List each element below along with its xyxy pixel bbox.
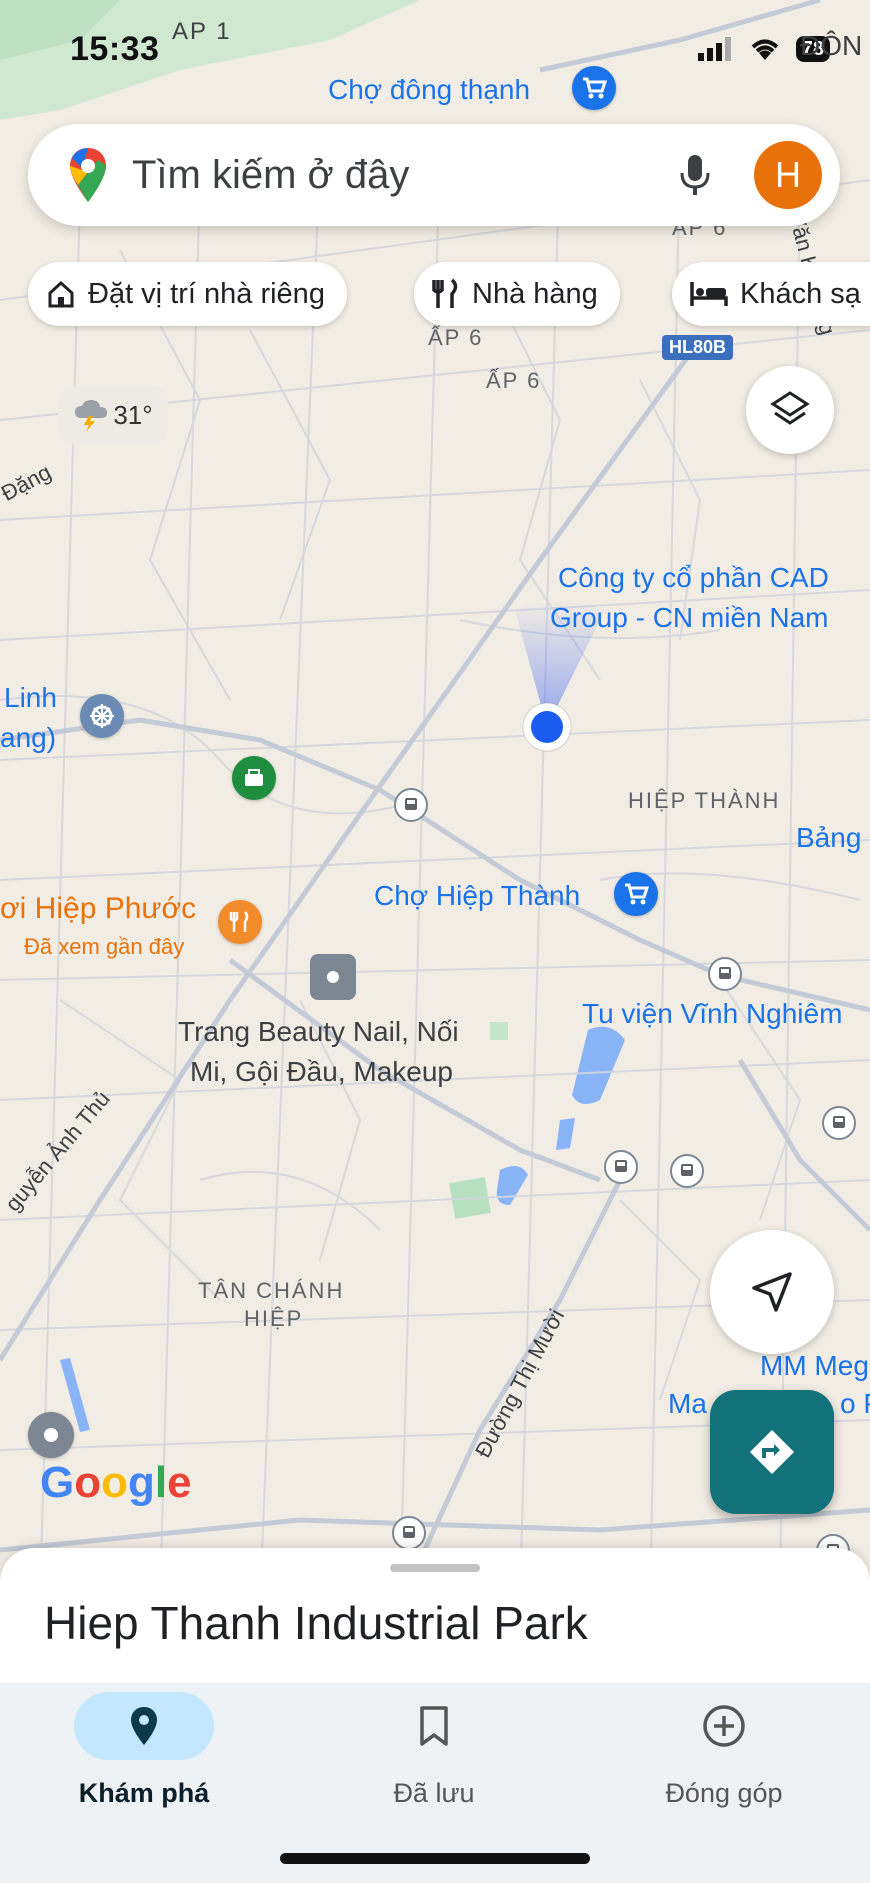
navigation-arrow-icon bbox=[752, 1272, 792, 1312]
nav-tab-contribute-label: Đóng góp bbox=[665, 1778, 783, 1808]
location-pin-icon bbox=[131, 1707, 157, 1745]
map-label-top-right: ĐÔN bbox=[800, 30, 863, 61]
maps-logo-icon bbox=[70, 148, 106, 202]
chip-hotels[interactable]: Khách sạ bbox=[672, 262, 870, 326]
map-label-recently-viewed: Đã xem gần đây bbox=[24, 934, 185, 959]
my-location-button[interactable] bbox=[710, 1230, 834, 1354]
nav-tab-explore[interactable]: Khám phá bbox=[44, 1692, 244, 1809]
shopping-cart-icon[interactable] bbox=[572, 66, 616, 110]
map-label-mm-line2[interactable]: Ma bbox=[668, 1388, 707, 1420]
wifi-icon bbox=[751, 39, 779, 60]
bus-stop-icon[interactable] bbox=[394, 788, 428, 822]
google-logo-letter: g bbox=[128, 1458, 155, 1507]
nav-tab-saved-label: Đã lưu bbox=[393, 1778, 475, 1808]
map-label-tan-chanh-line2: HIỆP bbox=[244, 1306, 304, 1331]
directions-button[interactable] bbox=[710, 1390, 834, 1514]
nav-tab-explore-label: Khám phá bbox=[78, 1778, 210, 1808]
route-shield-hl80b: HL80B bbox=[662, 335, 734, 360]
status-time: 15:33 bbox=[70, 30, 160, 68]
chip-restaurants-label: Nhà hàng bbox=[472, 277, 598, 310]
nav-tab-contribute[interactable]: Đóng góp bbox=[624, 1692, 824, 1809]
map-label-hiep-thanh: HIỆP THÀNH bbox=[628, 788, 781, 813]
microphone-icon[interactable] bbox=[678, 153, 712, 197]
place-marker-icon[interactable] bbox=[28, 1412, 74, 1458]
nav-pill bbox=[654, 1692, 794, 1760]
map-label-linh-line1[interactable]: Linh bbox=[4, 682, 57, 714]
shopping-cart-icon[interactable] bbox=[614, 872, 658, 916]
google-logo-letter: G bbox=[40, 1458, 75, 1507]
takeaway-icon[interactable] bbox=[232, 756, 276, 800]
temple-wheel-icon[interactable] bbox=[80, 694, 124, 738]
chip-home-label: Đặt vị trí nhà riêng bbox=[88, 277, 325, 310]
layers-button[interactable] bbox=[746, 366, 834, 454]
chip-hotels-label: Khách sạ bbox=[740, 277, 861, 310]
home-indicator[interactable] bbox=[280, 1853, 590, 1864]
map-label-bang[interactable]: Bảng bbox=[796, 822, 861, 854]
map-label-tan-chanh-line1: TÂN CHÁNH bbox=[198, 1278, 345, 1303]
search-bar[interactable]: Tìm kiếm ở đây H bbox=[28, 124, 840, 226]
google-logo-letter: o bbox=[101, 1458, 129, 1507]
bus-stop-icon[interactable] bbox=[670, 1154, 704, 1188]
bus-stop-icon[interactable] bbox=[392, 1516, 426, 1550]
map-label-cad-line1[interactable]: Công ty cổ phần CAD bbox=[558, 562, 829, 594]
avatar[interactable]: H bbox=[754, 141, 822, 209]
bus-stop-icon[interactable] bbox=[708, 957, 742, 991]
weather-temp: 31° bbox=[113, 399, 153, 430]
bookmark-icon bbox=[420, 1706, 448, 1746]
map-label-trang-line2[interactable]: Mi, Gội Đầu, Makeup bbox=[190, 1056, 453, 1088]
weather-badge[interactable]: 31° bbox=[58, 386, 168, 444]
map-label-cho-dong-thanh[interactable]: Chợ đông thạnh bbox=[328, 74, 530, 106]
map-label-ap1: AP 1 bbox=[172, 18, 232, 45]
map-label-hiep-phuoc[interactable]: ơi Hiệp Phước bbox=[0, 892, 196, 926]
layers-icon bbox=[770, 391, 810, 425]
chip-restaurants[interactable]: Nhà hàng bbox=[414, 262, 620, 326]
map-label-ap6-c: ẤP 6 bbox=[486, 368, 542, 393]
nav-tab-saved[interactable]: Đã lưu bbox=[334, 1692, 534, 1809]
nav-pill bbox=[364, 1692, 504, 1760]
directions-icon bbox=[750, 1430, 794, 1474]
signal-icon bbox=[697, 37, 731, 61]
map-label-linh-line2[interactable]: ang) bbox=[0, 722, 56, 754]
map-label-trang-line1[interactable]: Trang Beauty Nail, Nối bbox=[178, 1016, 459, 1048]
map-label-ap6-b: ẤP 6 bbox=[428, 325, 484, 350]
bus-stop-icon[interactable] bbox=[604, 1150, 638, 1184]
place-marker-icon[interactable] bbox=[310, 954, 356, 1000]
sheet-title[interactable]: Hiep Thanh Industrial Park bbox=[44, 1596, 588, 1650]
map-label-mm-line3[interactable]: o Ph bbox=[840, 1388, 870, 1420]
restaurant-icon bbox=[432, 278, 460, 310]
map-label-tu-vien[interactable]: Tu viện Vĩnh Nghiêm bbox=[582, 998, 842, 1030]
bus-stop-icon[interactable] bbox=[822, 1106, 856, 1140]
google-logo-letter: e bbox=[167, 1458, 192, 1507]
map-label-cad-line2[interactable]: Group - CN miền Nam bbox=[550, 602, 829, 634]
map-label-cho-hiep-thanh[interactable]: Chợ Hiệp Thành bbox=[374, 880, 580, 912]
google-logo-letter: o bbox=[74, 1458, 102, 1507]
home-icon bbox=[46, 279, 76, 309]
restaurant-icon[interactable] bbox=[218, 900, 262, 944]
nav-active-pill bbox=[74, 1692, 214, 1760]
search-input[interactable]: Tìm kiếm ở đây bbox=[132, 153, 678, 198]
hotel-icon bbox=[690, 280, 728, 308]
chip-home[interactable]: Đặt vị trí nhà riêng bbox=[28, 262, 347, 326]
thunderstorm-icon bbox=[75, 400, 108, 432]
sheet-drag-handle[interactable] bbox=[390, 1564, 480, 1572]
google-logo-letter: l bbox=[154, 1458, 168, 1507]
add-circle-icon bbox=[703, 1705, 745, 1747]
google-logo: Google bbox=[40, 1458, 192, 1508]
map-label-mm-line1[interactable]: MM Meg bbox=[760, 1350, 869, 1382]
